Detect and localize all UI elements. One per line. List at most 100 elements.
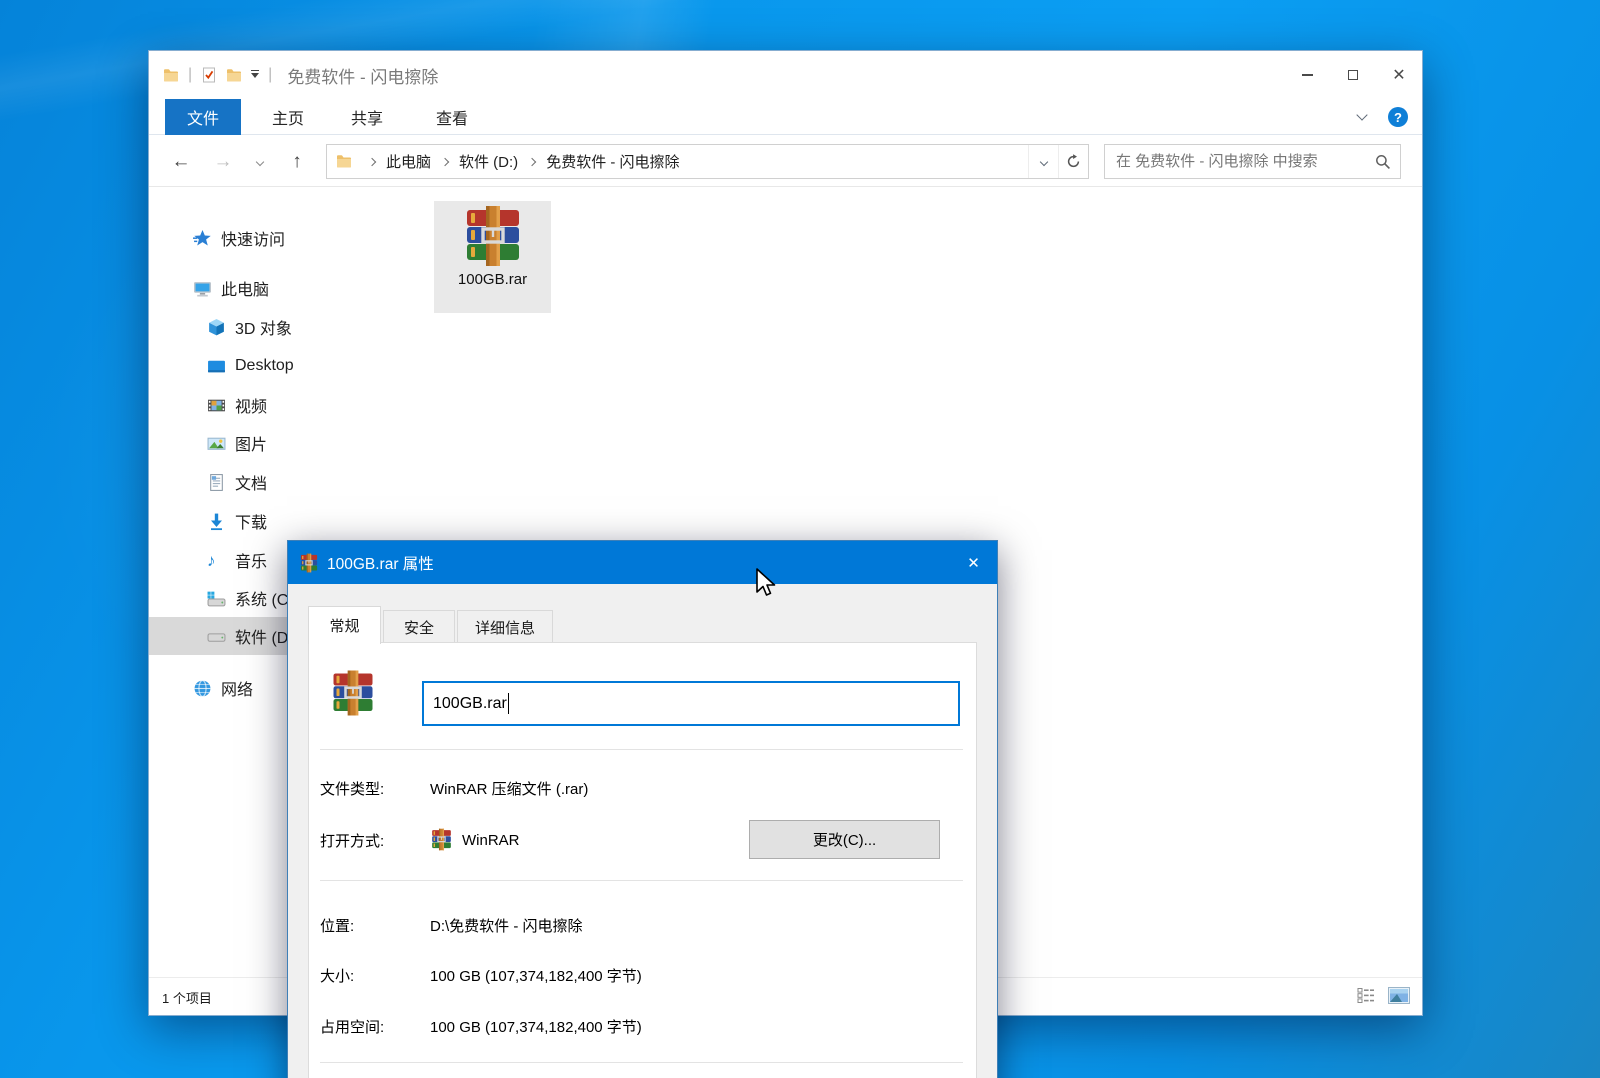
breadcrumb-current-folder[interactable]: 免费软件 - 闪电擦除 bbox=[544, 151, 681, 172]
search-icon[interactable] bbox=[1375, 154, 1391, 170]
dialog-close-button[interactable]: ✕ bbox=[950, 541, 997, 584]
size-value: 100 GB (107,374,182,400 字节) bbox=[430, 965, 642, 986]
size-on-disk-label: 占用空间: bbox=[320, 1016, 384, 1037]
address-bar[interactable]: 此电脑 软件 (D:) 免费软件 - 闪电擦除 bbox=[326, 144, 1089, 179]
sidebar-item-label: 快速访问 bbox=[221, 226, 285, 250]
winrar-dialog-icon bbox=[299, 553, 319, 573]
tab-security[interactable]: 安全 bbox=[383, 610, 455, 644]
minimize-icon bbox=[1302, 74, 1313, 76]
change-button[interactable]: 更改(C)... bbox=[749, 820, 940, 859]
qat-separator: | bbox=[188, 66, 192, 84]
view-toggles bbox=[1357, 987, 1410, 1004]
refresh-icon bbox=[1066, 154, 1081, 169]
separator bbox=[320, 1062, 963, 1063]
ribbon-expand-chevron-icon[interactable] bbox=[1356, 109, 1367, 120]
size-on-disk-row: 占用空间: 100 GB (107,374,182,400 字节) bbox=[309, 1014, 976, 1038]
filename-text: 100GB.rar bbox=[433, 695, 507, 713]
file-item-100gb-rar[interactable]: 100GB.rar bbox=[434, 201, 551, 313]
navigation-toolbar: ← → ↑ 此电脑 软件 (D:) 免费软件 - 闪电擦除 bbox=[149, 136, 1422, 187]
breadcrumb-this-pc[interactable]: 此电脑 bbox=[384, 151, 433, 172]
sidebar-item-downloads[interactable]: 下载 bbox=[149, 502, 434, 540]
history-chevron-icon[interactable] bbox=[249, 136, 271, 187]
file-type-value: WinRAR 压缩文件 (.rar) bbox=[430, 778, 588, 799]
help-button[interactable]: ? bbox=[1388, 107, 1408, 127]
sidebar-item-3d-objects[interactable]: 3D 对象 bbox=[149, 308, 434, 346]
desktop: | | 免费软件 - 闪电擦除 ✕ 文件 主页 共享 查看 ? bbox=[0, 0, 1600, 1078]
dialog-titlebar: 100GB.rar 属性 ✕ bbox=[288, 541, 997, 584]
sidebar-item-label: 网络 bbox=[221, 676, 253, 700]
winrar-large-icon bbox=[329, 669, 377, 717]
tab-view[interactable]: 查看 bbox=[421, 99, 483, 135]
details-view-button[interactable] bbox=[1357, 987, 1375, 1004]
size-label: 大小: bbox=[320, 965, 354, 986]
text-caret bbox=[508, 693, 509, 714]
item-count-label: 1 个项目 bbox=[162, 988, 212, 1007]
sidebar-item-videos[interactable]: 视频 bbox=[149, 386, 434, 424]
sidebar-item-quick-access[interactable]: 快速访问 bbox=[149, 219, 434, 257]
breadcrumb-chevron-icon bbox=[528, 157, 536, 165]
filename-input[interactable]: 100GB.rar bbox=[422, 681, 960, 726]
file-type-row: 文件类型: WinRAR 压缩文件 (.rar) bbox=[309, 776, 976, 800]
separator bbox=[320, 880, 963, 881]
sidebar-item-pictures[interactable]: 图片 bbox=[149, 424, 434, 462]
picture-icon bbox=[207, 434, 226, 453]
ribbon-tab-row: 文件 主页 共享 查看 ? bbox=[149, 99, 1422, 135]
quick-access-toolbar: | | 免费软件 - 闪电擦除 bbox=[149, 63, 438, 88]
breadcrumb-chevron-icon bbox=[441, 157, 449, 165]
sidebar-item-label: 文档 bbox=[235, 470, 267, 494]
sidebar-item-documents[interactable]: 文档 bbox=[149, 463, 434, 501]
open-with-label: 打开方式: bbox=[320, 830, 384, 851]
properties-dialog: 100GB.rar 属性 ✕ 常规 安全 详细信息 100GB.rar 文件类型… bbox=[287, 540, 998, 1078]
window-controls: ✕ bbox=[1284, 51, 1422, 99]
maximize-button[interactable] bbox=[1330, 51, 1376, 99]
computer-icon bbox=[193, 279, 212, 298]
forward-button[interactable]: → bbox=[205, 136, 241, 187]
new-folder-icon[interactable] bbox=[226, 67, 242, 84]
thumbnail-view-button[interactable] bbox=[1388, 987, 1410, 1004]
sidebar-item-label: 音乐 bbox=[235, 548, 267, 572]
minimize-button[interactable] bbox=[1284, 51, 1330, 99]
download-arrow-icon bbox=[207, 512, 226, 531]
back-button[interactable]: ← bbox=[163, 136, 199, 187]
winrar-file-icon bbox=[461, 204, 525, 268]
quick-access-star-icon bbox=[193, 229, 212, 248]
qat-customize-chevron-icon[interactable] bbox=[251, 73, 259, 78]
document-icon bbox=[207, 473, 226, 492]
film-icon bbox=[207, 396, 226, 415]
sidebar-item-desktop[interactable]: Desktop bbox=[149, 347, 434, 385]
tab-home[interactable]: 主页 bbox=[257, 99, 319, 135]
sidebar-item-label: 下载 bbox=[235, 509, 267, 533]
tab-general[interactable]: 常规 bbox=[308, 606, 381, 644]
refresh-button[interactable] bbox=[1058, 145, 1088, 178]
globe-icon bbox=[193, 679, 212, 698]
tab-details[interactable]: 详细信息 bbox=[457, 610, 553, 644]
drive-icon bbox=[207, 627, 226, 646]
up-button[interactable]: ↑ bbox=[279, 136, 315, 187]
qat-separator: | bbox=[268, 66, 272, 84]
search-input[interactable] bbox=[1105, 145, 1400, 178]
address-dropdown-button[interactable] bbox=[1028, 145, 1058, 178]
desktop-icon bbox=[207, 357, 226, 376]
location-row: 位置: D:\免费软件 - 闪电擦除 bbox=[309, 913, 976, 937]
breadcrumb-chevron-icon bbox=[368, 157, 376, 165]
general-tab-panel: 100GB.rar 文件类型: WinRAR 压缩文件 (.rar) 打开方式:… bbox=[308, 642, 977, 1078]
size-on-disk-value: 100 GB (107,374,182,400 字节) bbox=[430, 1016, 642, 1037]
tab-share[interactable]: 共享 bbox=[336, 99, 398, 135]
search-box bbox=[1104, 144, 1401, 179]
properties-check-icon[interactable] bbox=[201, 67, 217, 83]
file-type-label: 文件类型: bbox=[320, 778, 384, 799]
location-label: 位置: bbox=[320, 915, 354, 936]
sidebar-item-label: 图片 bbox=[235, 431, 267, 455]
sidebar-item-label: 视频 bbox=[235, 393, 267, 417]
winrar-app-icon bbox=[430, 828, 453, 851]
system-drive-icon bbox=[207, 589, 226, 608]
sidebar-item-this-pc[interactable]: 此电脑 bbox=[149, 269, 434, 307]
location-value: D:\免费软件 - 闪电擦除 bbox=[430, 915, 583, 936]
file-name-label: 100GB.rar bbox=[458, 271, 527, 288]
tab-file[interactable]: 文件 bbox=[165, 99, 241, 135]
open-with-value: WinRAR bbox=[462, 832, 520, 849]
close-button[interactable]: ✕ bbox=[1376, 51, 1422, 99]
dialog-title: 100GB.rar 属性 bbox=[327, 552, 434, 574]
breadcrumb-drive-d[interactable]: 软件 (D:) bbox=[457, 151, 520, 172]
sidebar-item-label: 此电脑 bbox=[221, 276, 269, 300]
